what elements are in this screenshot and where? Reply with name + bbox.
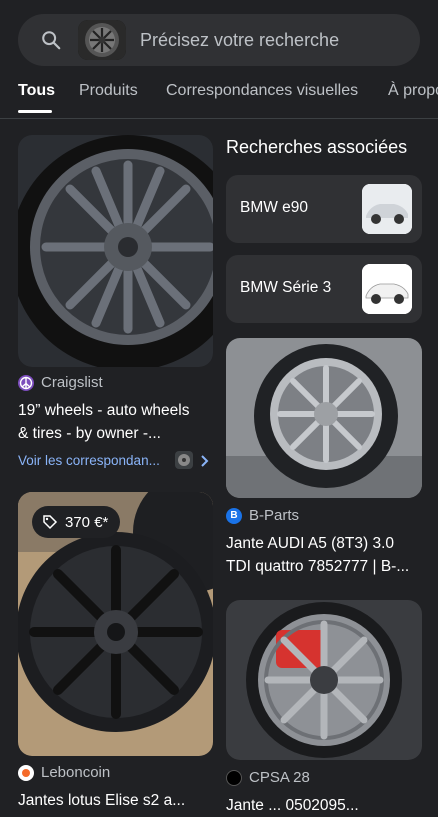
title-line: TDI quattro 7852777 | B-... [226, 558, 410, 575]
tab-bar: Tous Produits Correspondances visuelles … [0, 80, 438, 120]
result-source-leboncoin[interactable]: Leboncoin [18, 764, 110, 781]
price-value: 370 €* [65, 513, 109, 531]
tab-visual-matches[interactable]: Correspondances visuelles [166, 82, 358, 100]
price-tag-icon [43, 515, 58, 530]
title-line: Jantes lotus Elise s2 a... [18, 792, 186, 809]
source-name: CPSA 28 [249, 769, 310, 786]
source-name: Craigslist [41, 374, 103, 391]
visual-link-label: Voir les correspondan... [18, 453, 160, 468]
related-searches-heading: Recherches associées [226, 137, 408, 157]
result-source-bparts[interactable]: B B-Parts [226, 507, 299, 524]
result-image-craigslist[interactable] [18, 135, 213, 367]
chip-label: BMW Série 3 [240, 279, 332, 296]
tabs-divider [0, 118, 438, 119]
active-tab-indicator [18, 110, 52, 113]
result-source-craigslist[interactable]: Craigslist [18, 374, 103, 391]
result-title-cpsa[interactable]: Jante ... 0502095... [226, 794, 359, 817]
bparts-icon: B [226, 507, 242, 524]
related-search-bmw-serie-3[interactable]: BMW Série 3 [226, 255, 422, 323]
search-icon[interactable] [40, 29, 62, 51]
chip-label: BMW e90 [240, 199, 309, 216]
title-line: 19” wheels - auto wheels [18, 402, 190, 419]
visual-matches-link[interactable]: Voir les correspondan... [18, 453, 160, 468]
tab-about[interactable]: À propos [388, 82, 438, 100]
title-line: & tires - by owner -... [18, 425, 161, 442]
query-image-thumbnail[interactable] [78, 20, 126, 60]
chip-car-image [362, 184, 412, 234]
result-title-craigslist[interactable]: 19” wheels - auto wheels & tires - by ow… [18, 399, 189, 445]
tab-products[interactable]: Produits [79, 82, 138, 100]
source-name: B-Parts [249, 507, 300, 524]
source-name: Leboncoin [41, 764, 111, 781]
chip-car-image [362, 264, 412, 314]
craigslist-peace-icon [18, 374, 34, 391]
result-image-bparts[interactable] [226, 338, 422, 498]
cpsa-icon [226, 769, 242, 786]
result-title-bparts[interactable]: Jante AUDI A5 (8T3) 3.0 TDI quattro 7852… [226, 532, 409, 578]
result-source-cpsa[interactable]: CPSA 28 [226, 769, 310, 786]
leboncoin-icon [18, 764, 34, 781]
search-bar[interactable]: Précisez votre recherche [18, 14, 420, 66]
chevron-right-icon[interactable] [199, 454, 211, 468]
tab-all[interactable]: Tous [18, 82, 55, 100]
visual-match-thumb-icon[interactable] [175, 451, 193, 469]
result-image-cpsa[interactable] [226, 600, 422, 760]
price-badge: 370 €* [32, 506, 121, 538]
search-placeholder[interactable]: Précisez votre recherche [140, 30, 339, 51]
related-search-bmw-e90[interactable]: BMW e90 [226, 175, 422, 243]
title-line: Jante ... 0502095... [226, 797, 359, 814]
result-title-leboncoin[interactable]: Jantes lotus Elise s2 a... [18, 789, 185, 812]
title-line: Jante AUDI A5 (8T3) 3.0 [226, 535, 395, 552]
